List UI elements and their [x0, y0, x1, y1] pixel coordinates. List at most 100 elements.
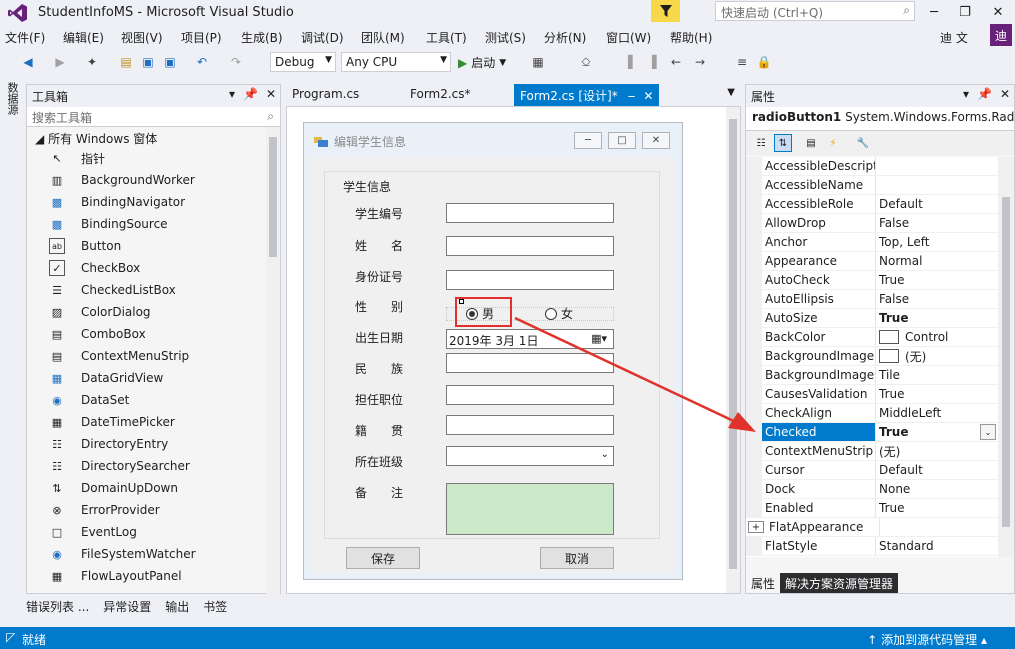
form-maximize-button[interactable]: □	[608, 132, 636, 149]
solution-config-combo[interactable]: Debug ▼	[270, 52, 336, 72]
property-value[interactable]: Control	[905, 330, 948, 344]
browser-link-icon[interactable]: ▦	[530, 54, 546, 70]
property-row[interactable]: ContextMenuStrip (无)	[746, 442, 998, 461]
property-value[interactable]: None	[879, 482, 910, 496]
property-value[interactable]: True	[879, 501, 905, 515]
menu-team[interactable]: 团队(M)	[361, 29, 405, 46]
minimize-button[interactable]: ─	[921, 0, 947, 24]
chevron-down-icon[interactable]: ▾	[229, 87, 235, 101]
toolbox-item-directoryentry[interactable]: ☷ DirectoryEntry	[27, 433, 280, 455]
navigate-backward-icon[interactable]: ←	[668, 54, 684, 70]
property-value[interactable]: True	[879, 311, 908, 325]
designer-form[interactable]: 编辑学生信息 ─ □ ✕ 学生信息 学生编号 姓 名 身份证号 性 别 男 女 …	[303, 122, 683, 580]
close-icon[interactable]: ✕	[643, 89, 653, 103]
align-lefts-icon[interactable]: ▐	[620, 54, 636, 70]
menu-project[interactable]: 项目(P)	[181, 29, 222, 46]
property-row[interactable]: AccessibleRole Default	[746, 195, 998, 214]
birthdate-picker[interactable]: 2019年 3月 1日 ▦▾	[446, 329, 614, 349]
chevron-down-icon[interactable]: ▼	[727, 87, 735, 98]
tab-program-cs[interactable]: Program.cs	[286, 84, 365, 106]
menu-debug[interactable]: 调试(D)	[301, 29, 344, 46]
restore-button[interactable]: ❐	[952, 0, 978, 24]
scrollbar-thumb[interactable]	[269, 137, 277, 257]
form-minimize-button[interactable]: ─	[574, 132, 602, 149]
undo-icon[interactable]: ↶	[194, 54, 210, 70]
property-row[interactable]: Cursor Default	[746, 461, 998, 480]
position-input[interactable]	[446, 385, 614, 405]
toolbox-scrollbar[interactable]	[266, 127, 280, 595]
calendar-icon[interactable]: ▦▾	[591, 332, 607, 345]
menu-test[interactable]: 测试(S)	[485, 29, 526, 46]
forward-icon[interactable]: ▶	[52, 54, 68, 70]
remark-textarea[interactable]	[446, 483, 614, 535]
toolbox-item-flowlayoutpanel[interactable]: ▦ FlowLayoutPanel	[27, 565, 280, 587]
property-value[interactable]: True	[879, 425, 908, 439]
pin-icon[interactable]: 📌	[977, 87, 992, 101]
property-row[interactable]: AccessibleDescript	[746, 157, 998, 176]
toolbox-item-datetimepicker[interactable]: ▦ DateTimePicker	[27, 411, 280, 433]
pin-icon[interactable]: ‒	[628, 89, 636, 103]
step-icon[interactable]: ⎐	[578, 54, 594, 70]
toolbox-group-header[interactable]: ◢ 所有 Windows 窗体	[27, 127, 280, 147]
toolbox-item-button[interactable]: ab Button	[27, 235, 280, 257]
menu-help[interactable]: 帮助(H)	[670, 29, 712, 46]
form-close-button[interactable]: ✕	[642, 132, 670, 149]
property-row[interactable]: CausesValidation True	[746, 385, 998, 404]
toolbox-item-datagridview[interactable]: ▦ DataGridView	[27, 367, 280, 389]
property-value[interactable]: False	[879, 216, 909, 230]
property-row-selected[interactable]: Checked True ⌄	[746, 423, 998, 442]
open-file-icon[interactable]: ▤	[118, 54, 134, 70]
menu-view[interactable]: 视图(V)	[121, 29, 163, 46]
solution-platform-combo[interactable]: Any CPU ▼	[341, 52, 451, 72]
property-row[interactable]: FlatStyle Standard	[746, 537, 998, 556]
property-value[interactable]: False	[879, 292, 909, 306]
notification-filter-icon[interactable]	[651, 0, 680, 22]
toolbox-item-errorprovider[interactable]: ⊗ ErrorProvider	[27, 499, 280, 521]
expand-icon[interactable]: +	[748, 521, 764, 533]
chevron-down-icon[interactable]: ▾	[963, 87, 969, 101]
class-combobox[interactable]: ⌄	[446, 446, 614, 466]
lock-controls-icon[interactable]: 🔒	[756, 54, 772, 70]
toolbox-item-checkedlistbox[interactable]: ☰ CheckedListBox	[27, 279, 280, 301]
property-value[interactable]: Standard	[879, 539, 934, 553]
property-row[interactable]: + FlatAppearance	[746, 518, 998, 537]
property-row[interactable]: AccessibleName	[746, 176, 998, 195]
menu-build[interactable]: 生成(B)	[241, 29, 283, 46]
tab-properties[interactable]: 属性	[746, 573, 781, 593]
property-row[interactable]: Enabled True	[746, 499, 998, 518]
data-sources-tab[interactable]: 数据源	[4, 82, 20, 115]
start-debugging-button[interactable]: ▶ 启动 ▼	[458, 54, 506, 71]
close-button[interactable]: ✕	[985, 0, 1011, 24]
property-value[interactable]: Default	[879, 463, 923, 477]
property-value[interactable]: Normal	[879, 254, 922, 268]
new-project-icon[interactable]: ✦	[84, 54, 100, 70]
save-button[interactable]: 保存	[346, 547, 420, 569]
chevron-down-icon[interactable]: ⌄	[980, 424, 996, 440]
toolbox-item-checkbox[interactable]: ✓ CheckBox	[27, 257, 280, 279]
property-row[interactable]: Dock None	[746, 480, 998, 499]
toolbox-item-pointer[interactable]: ↖ 指针	[27, 147, 280, 169]
alphabetical-icon[interactable]: ⇅	[774, 134, 792, 152]
toolbox-item-bindingnavigator[interactable]: ▩ BindingNavigator	[27, 191, 280, 213]
tab-error-list[interactable]: 错误列表 ...	[26, 598, 89, 620]
property-value[interactable]: (无)	[905, 348, 926, 365]
tab-output[interactable]: 输出	[165, 598, 189, 620]
toolbox-item-combobox[interactable]: ▤ ComboBox	[27, 323, 280, 345]
events-icon[interactable]: ⚡	[824, 134, 842, 152]
property-row[interactable]: Appearance Normal	[746, 252, 998, 271]
redo-icon[interactable]: ↷	[228, 54, 244, 70]
radio-female[interactable]: 女	[545, 305, 573, 322]
pin-icon[interactable]: 📌	[243, 87, 258, 101]
property-value[interactable]: True	[879, 273, 905, 287]
property-row[interactable]: AutoEllipsis False	[746, 290, 998, 309]
toolbox-item-directorysearcher[interactable]: ☷ DirectorySearcher	[27, 455, 280, 477]
tab-form2-design[interactable]: Form2.cs [设计]* ‒ ✕	[514, 84, 660, 106]
property-pages-icon[interactable]: ▤	[802, 134, 820, 152]
property-value[interactable]: Tile	[879, 368, 900, 382]
property-row[interactable]: AllowDrop False	[746, 214, 998, 233]
toolbox-search-input[interactable]: 搜索工具箱 ⌕	[27, 107, 280, 127]
align-centers-icon[interactable]: ▐	[644, 54, 660, 70]
bring-to-front-icon[interactable]: ≡	[734, 54, 750, 70]
cancel-button[interactable]: 取消	[540, 547, 614, 569]
navigate-forward-icon[interactable]: →	[692, 54, 708, 70]
